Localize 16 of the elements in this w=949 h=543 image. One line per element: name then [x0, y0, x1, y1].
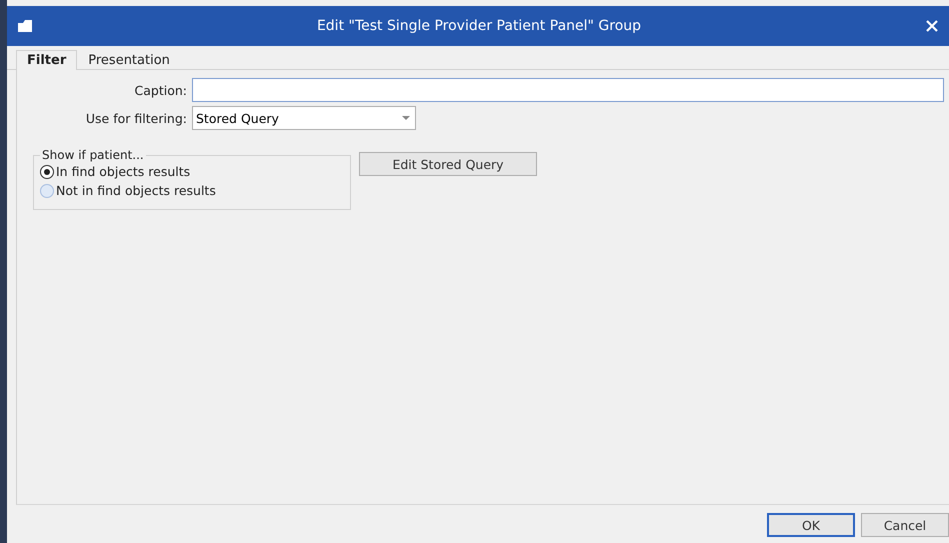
field-label: Use for filtering:	[84, 110, 187, 126]
tab[interactable]: Presentation	[77, 50, 181, 70]
tab[interactable]: Filter	[16, 50, 78, 70]
edit-stored-query-button[interactable]: Edit Stored Query	[359, 152, 537, 176]
caption-field[interactable]	[192, 78, 944, 102]
group-legend: Show if patient...	[40, 148, 146, 162]
dialog-button[interactable]: Cancel	[861, 513, 949, 537]
window-title: Edit "Test Single Provider Patient Panel" Group	[316, 18, 642, 34]
close-button[interactable]	[925, 19, 939, 33]
close-icon	[925, 19, 939, 33]
radio-option[interactable]: In find objects results	[40, 162, 190, 181]
dialog-button[interactable]: OK	[767, 513, 855, 537]
radio-option[interactable]: Not in find objects results	[40, 181, 216, 200]
filter-dropdown[interactable]: Stored Query	[192, 106, 416, 130]
field-label: Caption:	[134, 82, 187, 98]
folder-icon	[17, 19, 33, 33]
